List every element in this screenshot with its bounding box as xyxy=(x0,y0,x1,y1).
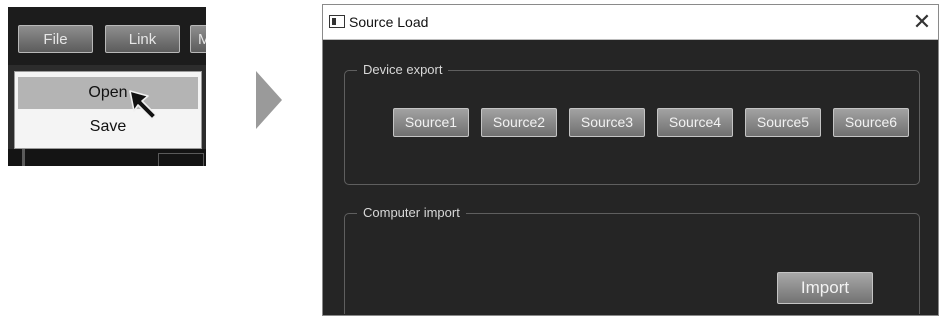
close-button[interactable]: ✕ xyxy=(909,7,935,37)
menu-item-open[interactable]: Open xyxy=(18,77,198,109)
mouse-pointer-icon xyxy=(129,90,157,120)
menubar: File Link M xyxy=(8,7,206,65)
source4-button[interactable]: Source4 xyxy=(657,108,733,137)
file-dropdown-menu: Open Save xyxy=(14,71,202,149)
source3-button[interactable]: Source3 xyxy=(569,108,645,137)
dialog-titlebar: Source Load ✕ xyxy=(323,5,938,40)
computer-import-group: Computer import Import xyxy=(344,204,920,314)
menu-screenshot-bottom xyxy=(8,149,206,166)
source1-button[interactable]: Source1 xyxy=(393,108,469,137)
link-menu-button[interactable]: Link xyxy=(105,25,180,53)
source2-button[interactable]: Source2 xyxy=(481,108,557,137)
next-step-arrow-icon xyxy=(256,71,282,129)
third-menu-button[interactable]: M xyxy=(190,25,206,53)
device-export-legend: Device export xyxy=(357,61,449,79)
computer-import-legend: Computer import xyxy=(357,204,466,222)
file-menu-button[interactable]: File xyxy=(18,25,93,53)
source5-button[interactable]: Source5 xyxy=(745,108,821,137)
import-button[interactable]: Import xyxy=(777,272,873,304)
source-load-dialog: Source Load ✕ Device export Source1 Sour… xyxy=(322,4,939,316)
dialog-title: Source Load xyxy=(349,14,429,30)
source6-button[interactable]: Source6 xyxy=(833,108,909,137)
device-export-group: Device export Source1 Source2 Source3 So… xyxy=(344,61,920,185)
menu-screenshot: File Link M Open Save xyxy=(8,7,206,166)
app-window-icon xyxy=(329,15,345,28)
menu-item-save[interactable]: Save xyxy=(18,111,198,143)
